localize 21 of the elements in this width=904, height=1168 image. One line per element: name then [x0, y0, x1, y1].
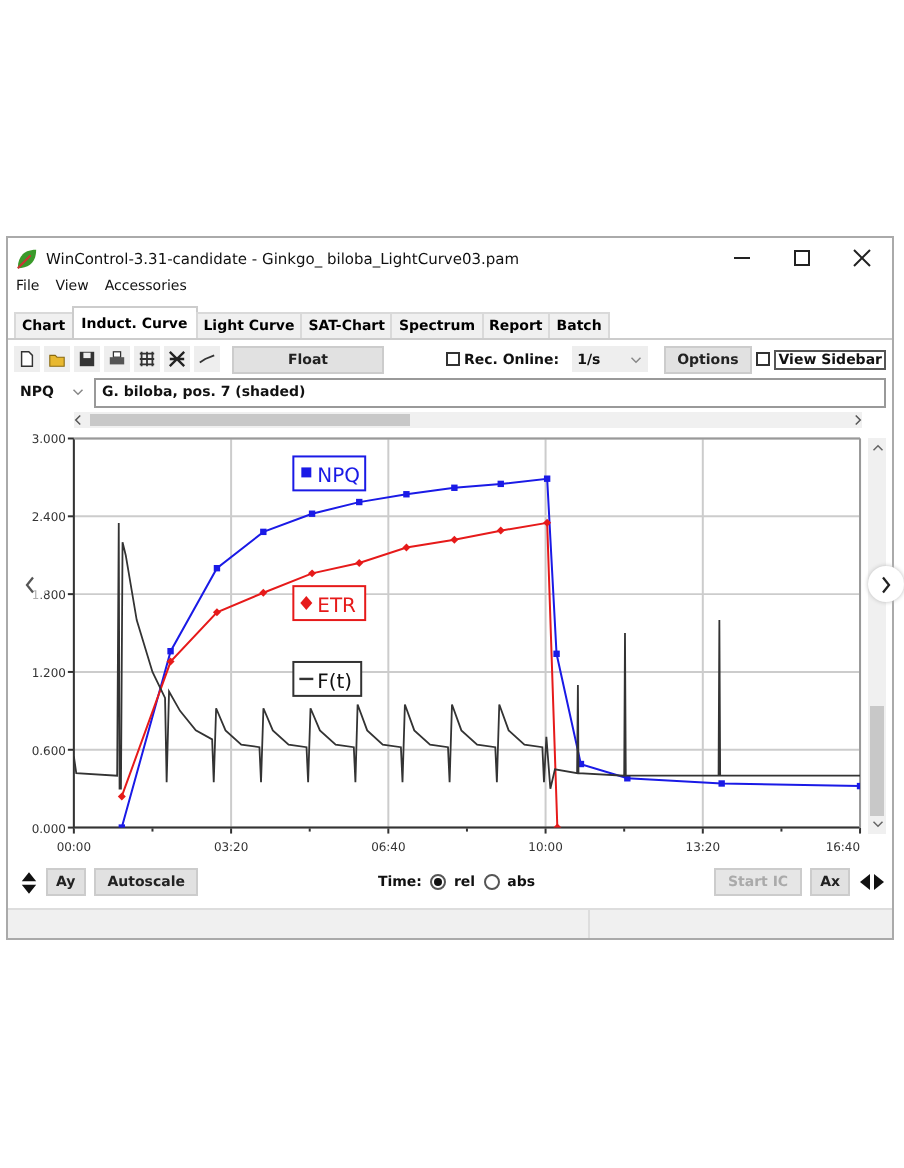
- point: [117, 792, 126, 801]
- legend-label: ETR: [317, 596, 357, 619]
- point: [543, 475, 551, 482]
- legend-label: F(t): [317, 671, 353, 694]
- point: [167, 648, 174, 655]
- point: [451, 484, 458, 491]
- point: [403, 491, 410, 498]
- point: [402, 543, 411, 552]
- point: [355, 559, 364, 567]
- point: [718, 780, 725, 787]
- legend-label: NPQ: [317, 466, 361, 489]
- point: [308, 569, 317, 578]
- point: [553, 650, 560, 657]
- point: [543, 518, 552, 527]
- line-series: [117, 518, 562, 828]
- point: [450, 535, 459, 544]
- legend-entry: NPQ: [292, 455, 367, 492]
- point: [259, 588, 268, 597]
- point: [260, 528, 267, 536]
- point: [496, 526, 505, 535]
- point: [212, 608, 221, 617]
